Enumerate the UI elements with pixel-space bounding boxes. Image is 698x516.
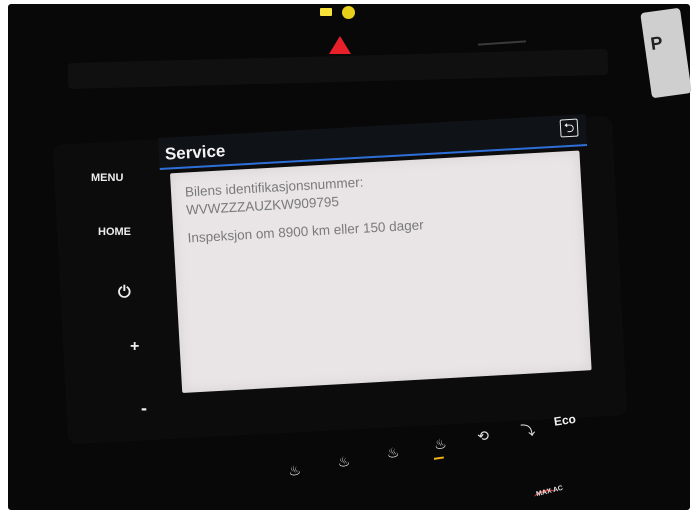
badge-letter: P — [649, 32, 664, 54]
active-indicator — [433, 456, 445, 460]
vent-slat — [477, 40, 527, 46]
airbag-indicator-icon — [342, 6, 355, 19]
seat-heat-icon: ♨ — [287, 462, 302, 481]
volume-up-button[interactable]: + — [130, 338, 139, 356]
air-vent — [67, 48, 609, 90]
seat-heat-icon: ♨ — [336, 453, 352, 472]
seat-button[interactable]: ⤵ — [520, 420, 537, 442]
seat-heat-button[interactable]: ♨ — [287, 463, 302, 481]
infotainment-screen: Service ⮌ Bilens identifikasjonsnummer: … — [158, 114, 600, 397]
eco-button[interactable]: Eco — [553, 412, 577, 429]
recirculation-icon: ⟲ — [476, 428, 491, 446]
power-button[interactable]: ⏻ — [118, 284, 131, 302]
indicator-light-icon — [320, 8, 332, 16]
seat-icon: ⤵ — [520, 422, 537, 441]
seat-heat-button[interactable]: ♨ — [386, 445, 401, 463]
inspection-info: Inspeksjon om 8900 km eller 150 dager — [187, 217, 425, 246]
home-button[interactable]: HOME — [98, 226, 131, 238]
seat-heat-button[interactable]: ♨ — [433, 436, 448, 454]
back-arrow-icon: ⮌ — [563, 119, 575, 136]
recirculation-button[interactable]: ⟲ — [476, 428, 490, 445]
hazard-button[interactable] — [329, 36, 351, 54]
volume-down-button[interactable]: - — [141, 398, 147, 419]
menu-button[interactable]: MENU — [91, 172, 123, 184]
seat-heat-button[interactable]: ♨ — [337, 454, 352, 472]
service-info-panel: Bilens identifikasjonsnummer: WVWZZZAUZK… — [169, 150, 592, 394]
seat-heat-icon: ♨ — [385, 444, 401, 463]
seat-heat-icon: ♨ — [433, 436, 448, 454]
page-title: Service — [164, 141, 226, 164]
power-icon: ⏻ — [118, 284, 131, 301]
back-button[interactable]: ⮌ — [559, 118, 579, 138]
